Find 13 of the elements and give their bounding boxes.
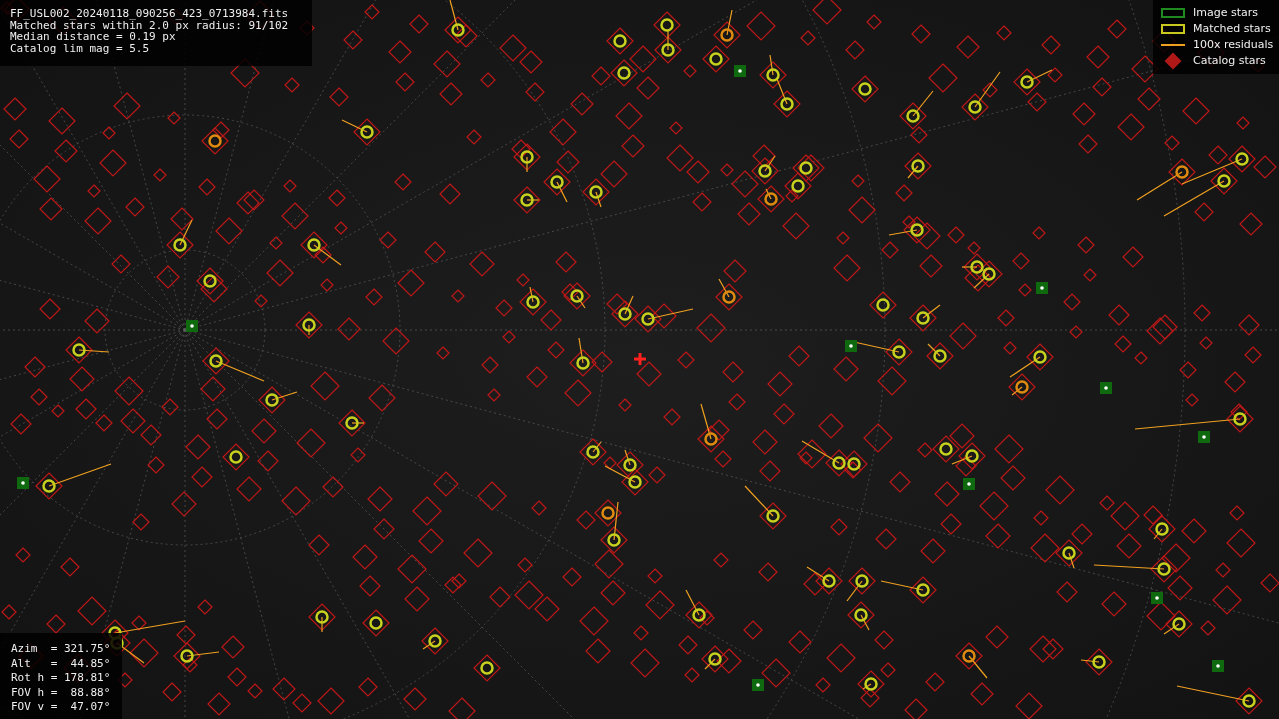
info-text: Matched stars within 2.0 px radius: 91/102 [10,19,290,31]
info-text: Median distance = 0.19 px [10,31,176,43]
pointing-text: Rot h = 178.81° [11,671,111,686]
legend-label: Catalog stars [1193,54,1266,68]
legend-label: 100x residuals [1193,38,1274,52]
legend-label: Image stars [1193,6,1258,20]
pointing-text: Azim = 321.75° [11,642,111,657]
pointing-text: Alt = 44.85° [11,656,111,671]
info-text: FF_USL002_20240118_090256_423_0713984.fits [10,8,290,20]
pointing-text: FOV h = 88.88° [11,685,111,700]
legend-label: Matched stars [1193,22,1271,36]
pointing-text: FOV v = 47.07° [11,700,111,715]
info-text: Catalog lim mag = 5.5 [10,42,151,54]
